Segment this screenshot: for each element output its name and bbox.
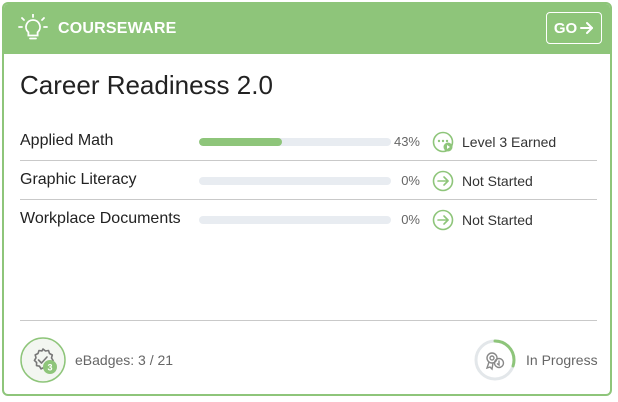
progress-bar [199, 216, 391, 224]
progress-percent: 43% [393, 134, 420, 149]
course-status: In Progress [526, 352, 598, 368]
ebadge-count: 3 [47, 363, 52, 373]
level-earned-icon [432, 131, 454, 153]
ebadge-icon[interactable]: 3 [20, 337, 66, 383]
lightbulb-icon [18, 14, 48, 40]
module-status: Not Started [462, 212, 533, 228]
progress-bar [199, 177, 391, 185]
arrow-circle-icon [432, 209, 454, 231]
progress-ring-icon [474, 339, 516, 381]
module-row-graphic-literacy[interactable]: Graphic Literacy 0% Not Started [20, 161, 597, 200]
go-button[interactable]: GO [546, 12, 602, 44]
module-row-workplace-documents[interactable]: Workplace Documents 0% Not Started [20, 200, 597, 239]
module-name: Workplace Documents [20, 210, 181, 227]
module-status: Level 3 Earned [462, 134, 557, 150]
courseware-card: COURSEWARE GO Career Readiness 2.0 Appli… [2, 2, 612, 396]
go-button-label: GO [553, 19, 578, 37]
module-name: Graphic Literacy [20, 171, 137, 188]
progress-percent: 0% [401, 212, 420, 227]
module-name: Applied Math [20, 132, 114, 149]
course-title: Career Readiness 2.0 [20, 70, 273, 100]
arrow-right-icon [580, 22, 594, 34]
footer-divider [20, 320, 597, 321]
ebadges-count-label: eBadges: 3 / 21 [75, 352, 174, 368]
arrow-circle-icon [432, 170, 454, 192]
module-row-applied-math[interactable]: Applied Math 43% Level 3 Earned [20, 122, 597, 161]
progress-bar-fill [199, 138, 282, 146]
header-title: COURSEWARE [58, 20, 177, 37]
card-header: COURSEWARE GO [4, 4, 610, 54]
progress-bar [199, 138, 391, 146]
module-list: Applied Math 43% Level 3 Earned Graphic … [20, 122, 597, 239]
module-status: Not Started [462, 173, 533, 189]
progress-percent: 0% [401, 173, 420, 188]
